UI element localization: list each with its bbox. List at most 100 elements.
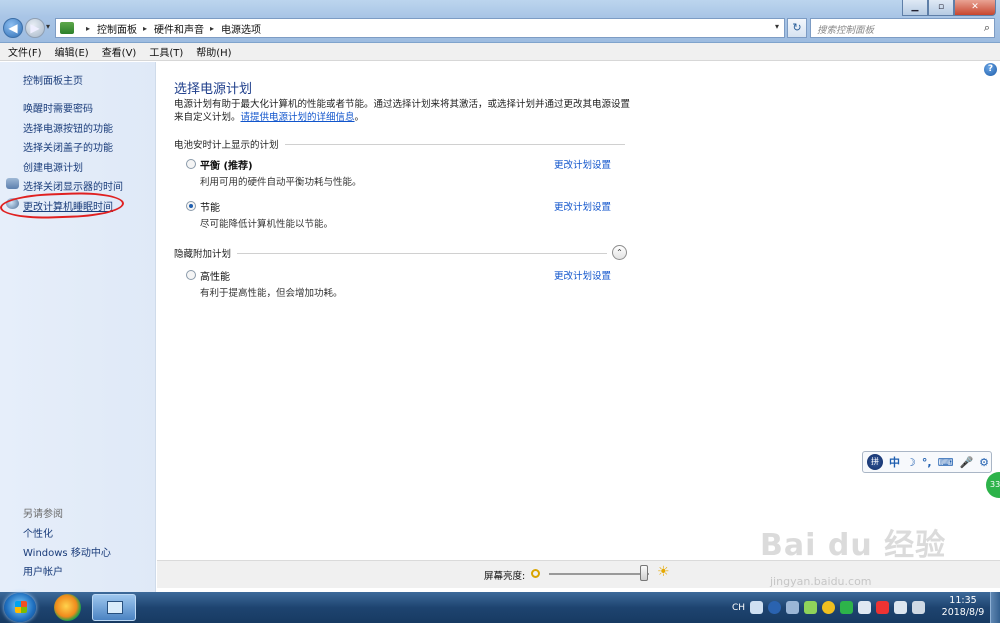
chevron-right-icon[interactable]: ▸ [210, 24, 214, 33]
menu-edit[interactable]: 编辑(E) [55, 44, 89, 59]
ime-logo-icon[interactable]: 拼 [867, 454, 883, 470]
intro-end: 。 [354, 112, 365, 123]
search-icon[interactable]: ⌕ [984, 21, 990, 35]
plan-highperf-desc: 有利于提高性能，但会增加功耗。 [200, 288, 343, 299]
sidebar-item-create-plan[interactable]: 创建电源计划 [23, 159, 83, 174]
plan-powersaver-radio[interactable] [186, 201, 196, 211]
menu-file[interactable]: 文件(F) [8, 44, 42, 59]
security-tray-icon[interactable] [822, 601, 836, 614]
taskbar-app-icon[interactable] [54, 594, 81, 621]
recent-pages-dropdown-icon[interactable]: ▾ [46, 22, 50, 31]
hidden-plans-section: 隐藏附加计划 [174, 246, 608, 260]
page-title: 选择电源计划 [174, 82, 253, 97]
floating-badge[interactable]: 33 [986, 472, 1000, 498]
sidebar: 控制面板主页 唤醒时需要密码 选择电源按钮的功能 选择关闭盖子的功能 创建电源计… [0, 62, 156, 592]
clock-date: 2018/8/9 [941, 607, 985, 618]
menu-tools[interactable]: 工具(T) [149, 44, 183, 59]
plan-powersaver-name[interactable]: 节能 [200, 199, 220, 214]
search-placeholder: 搜索控制面板 [817, 25, 875, 36]
plan-details-link[interactable]: 请提供电源计划的详细信息 [241, 112, 355, 123]
plan-highperf-settings-link[interactable]: 更改计划设置 [554, 268, 611, 282]
taskbar: CH 11:35 2018/8/9 [0, 592, 1000, 623]
section-title: 电池安时计上显示的计划 [174, 140, 279, 151]
intro-text: 电源计划有助于最大化计算机的性能或者节能。通过选择计划来将其激活，或选择计划并通… [174, 98, 634, 124]
plan-balanced-name[interactable]: 平衡 (推荐) [200, 157, 253, 172]
shield-icon[interactable] [840, 601, 854, 614]
display-tray-icon[interactable] [858, 601, 872, 614]
sidebar-item-lid-close[interactable]: 选择关闭盖子的功能 [23, 139, 113, 154]
show-desktop-button[interactable] [990, 592, 1000, 623]
ime-halfwidth-icon[interactable]: ☽ [906, 456, 916, 469]
plan-balanced-settings-link[interactable]: 更改计划设置 [554, 157, 611, 171]
sidebar-item-personalize[interactable]: 个性化 [23, 525, 53, 540]
minimize-button[interactable]: ▁ [902, 0, 928, 16]
help-tray-icon[interactable] [768, 601, 782, 614]
sidebar-item-mobility-center[interactable]: Windows 移动中心 [23, 544, 111, 559]
refresh-button[interactable]: ↻ [787, 18, 807, 38]
menu-view[interactable]: 查看(V) [102, 44, 137, 59]
system-tray: CH [732, 592, 926, 623]
signal-icon[interactable] [912, 601, 926, 614]
divider [237, 252, 608, 254]
battery-tray-icon[interactable] [804, 601, 818, 614]
sidebar-item-display-off[interactable]: 选择关闭显示器的时间 [23, 178, 123, 193]
back-button[interactable]: ◀ [3, 18, 23, 38]
close-button[interactable]: ✕ [954, 0, 996, 16]
plan-highperf-name[interactable]: 高性能 [200, 268, 230, 283]
address-bar[interactable]: ▸ 控制面板 ▸ 硬件和声音 ▸ 电源选项 ▾ [55, 18, 785, 38]
plan-highperf-radio[interactable] [186, 270, 196, 280]
brightness-label: 屏幕亮度: [484, 571, 526, 582]
ime-tray-icon[interactable] [750, 601, 764, 614]
chevron-right-icon[interactable]: ▸ [143, 24, 147, 33]
clock[interactable]: 11:35 2018/8/9 [940, 595, 986, 619]
sidebar-item-home[interactable]: 控制面板主页 [23, 72, 83, 87]
network-tray-icon[interactable] [786, 601, 800, 614]
monitor-icon [6, 178, 19, 189]
window-titlebar: ▁ ▫ ✕ ◀ ▶ ▾ ▸ 控制面板 ▸ 硬件和声音 ▸ 电源选项 ▾ ↻ 搜索… [0, 0, 1000, 43]
ime-punctuation-icon[interactable]: °, [922, 456, 932, 469]
language-indicator[interactable]: CH [732, 603, 745, 613]
gear-icon[interactable]: ⚙ [979, 456, 989, 469]
annotation-circle [0, 190, 125, 221]
dim-sun-icon [531, 569, 540, 578]
window-controls: ▁ ▫ ✕ [902, 0, 996, 16]
brightness-slider-track[interactable] [549, 573, 649, 575]
plan-powersaver-settings-link[interactable]: 更改计划设置 [554, 199, 611, 213]
plan-balanced-radio[interactable] [186, 159, 196, 169]
plan-balanced-desc: 利用可用的硬件自动平衡功耗与性能。 [200, 177, 362, 188]
search-input[interactable]: 搜索控制面板 ⌕ [810, 18, 995, 38]
breadcrumb-power-options[interactable]: 电源选项 [221, 21, 261, 36]
bright-sun-icon: ☀ [657, 564, 670, 580]
action-center-icon[interactable] [876, 601, 890, 614]
sidebar-item-wake-password[interactable]: 唤醒时需要密码 [23, 100, 93, 115]
brightness-bar: 屏幕亮度: ☀ [157, 560, 1000, 588]
taskbar-control-panel-button[interactable] [92, 594, 136, 621]
volume-icon[interactable] [894, 601, 908, 614]
control-panel-icon [107, 601, 123, 614]
collapse-icon[interactable]: ⌃ [612, 245, 627, 260]
breadcrumb-control-panel[interactable]: 控制面板 [97, 21, 137, 36]
watermark-logo: Bai du 经验 [760, 528, 947, 563]
battery-plans-section: 电池安时计上显示的计划 [174, 137, 625, 151]
sidebar-item-user-accounts[interactable]: 用户帐户 [23, 563, 63, 578]
start-button[interactable] [4, 593, 36, 622]
forward-button[interactable]: ▶ [25, 18, 45, 38]
breadcrumb-hardware-sound[interactable]: 硬件和声音 [154, 21, 204, 36]
ime-chinese-mode[interactable]: 中 [889, 454, 900, 470]
keyboard-icon[interactable]: ⌨ [938, 456, 954, 469]
brightness-slider-thumb[interactable] [640, 565, 648, 581]
maximize-button[interactable]: ▫ [928, 0, 954, 16]
section-title: 隐藏附加计划 [174, 249, 232, 260]
clock-time: 11:35 [949, 595, 977, 606]
watermark-url: jingyan.baidu.com [770, 575, 872, 588]
control-panel-icon [60, 22, 74, 34]
address-dropdown-icon[interactable]: ▾ [775, 22, 779, 31]
ime-toolbar: 拼 中 ☽ °, ⌨ 🎤 ⚙ [862, 451, 992, 473]
microphone-icon[interactable]: 🎤 [959, 456, 973, 469]
menu-help[interactable]: 帮助(H) [196, 44, 231, 59]
windows-logo-icon [15, 601, 27, 613]
chevron-right-icon[interactable]: ▸ [86, 24, 90, 33]
help-icon[interactable]: ? [984, 63, 997, 76]
sidebar-item-power-button[interactable]: 选择电源按钮的功能 [23, 120, 113, 135]
menu-bar: 文件(F) 编辑(E) 查看(V) 工具(T) 帮助(H) [0, 43, 1000, 61]
